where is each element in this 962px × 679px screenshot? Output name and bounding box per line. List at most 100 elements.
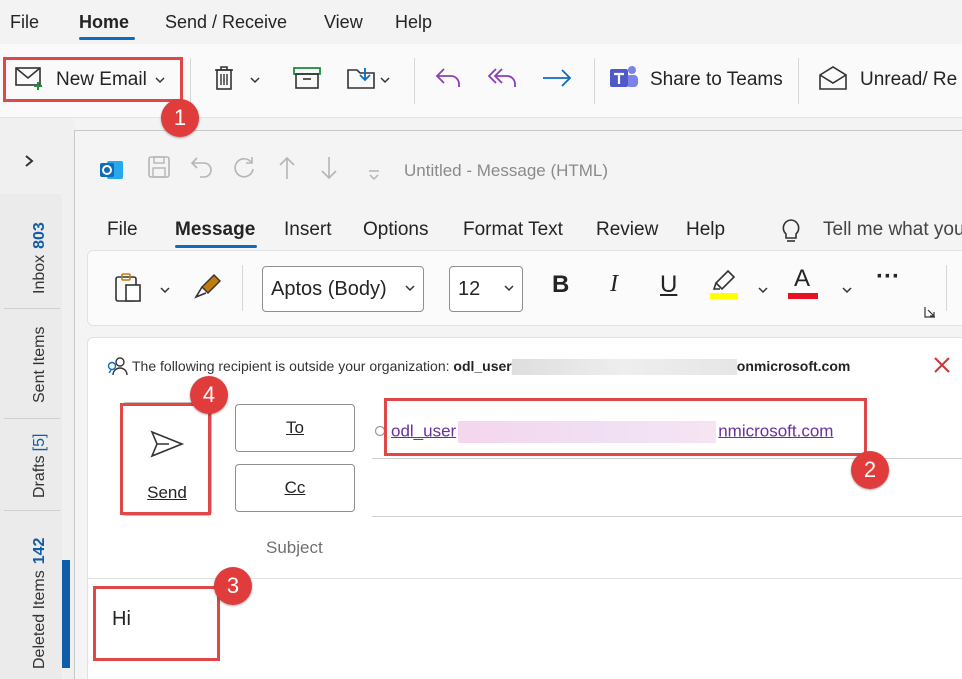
- folder-sent-items[interactable]: Sent Items: [31, 327, 49, 403]
- font-color-chevron-icon[interactable]: [842, 273, 852, 301]
- dialog-launcher-icon[interactable]: [924, 305, 936, 323]
- undo-icon[interactable]: [189, 155, 215, 185]
- paste-button[interactable]: [112, 271, 146, 312]
- to-button[interactable]: To: [235, 404, 355, 452]
- tab-review[interactable]: Review: [596, 219, 658, 241]
- font-size-value: 12: [458, 277, 481, 300]
- unread-read-label: Unread/ Re: [860, 69, 958, 90]
- move-button[interactable]: [346, 60, 390, 100]
- compose-ribbon-tabs: File Message Insert Options Format Text …: [75, 215, 962, 249]
- warning-user: odl_user: [453, 358, 512, 374]
- chevron-down-icon[interactable]: [250, 73, 260, 87]
- move-to-folder-icon: [346, 64, 378, 97]
- folder-inbox[interactable]: Inbox 803: [31, 222, 49, 294]
- previous-item-icon[interactable]: [277, 155, 297, 187]
- tab-file[interactable]: File: [107, 219, 138, 241]
- customize-toolbar-icon[interactable]: [367, 161, 381, 187]
- menu-view[interactable]: View: [324, 12, 363, 33]
- archive-button[interactable]: [292, 60, 322, 100]
- reply-all-button[interactable]: [486, 60, 520, 100]
- format-painter-icon[interactable]: [194, 271, 224, 310]
- archive-icon: [292, 65, 322, 96]
- paste-options-chevron-icon[interactable]: [160, 273, 170, 301]
- step-badge-4: 4: [190, 376, 228, 414]
- bold-button[interactable]: B: [552, 271, 569, 299]
- deleted-items-count: 142: [31, 537, 48, 565]
- formatting-ribbon: Aptos (Body) 12 B I U A ···: [87, 250, 962, 326]
- ribbon-divider: [190, 58, 191, 104]
- folder-deleted-items-label: Deleted Items: [31, 570, 48, 669]
- folder-drafts-label: Drafts: [31, 455, 48, 498]
- font-color-button[interactable]: A: [788, 265, 818, 299]
- unread-read-button[interactable]: Unread/ Re: [818, 60, 957, 100]
- inbox-unread-count: 803: [31, 222, 48, 249]
- delete-button[interactable]: [212, 60, 260, 100]
- menu-home[interactable]: Home: [79, 12, 129, 33]
- redo-icon[interactable]: [231, 155, 257, 187]
- cc-field-underline: [372, 516, 962, 517]
- chevron-down-icon: [504, 283, 514, 295]
- close-icon[interactable]: [932, 354, 952, 382]
- highlight-chevron-icon[interactable]: [758, 273, 768, 301]
- envelope-open-icon: [818, 64, 848, 97]
- italic-button[interactable]: I: [610, 271, 618, 298]
- folder-sent-items-label: Sent Items: [31, 326, 48, 403]
- tab-message[interactable]: Message: [175, 219, 255, 241]
- font-name-value: Aptos (Body): [271, 277, 387, 300]
- more-options-button[interactable]: ···: [876, 263, 900, 291]
- folder-divider: [4, 418, 60, 419]
- outlook-window: File Home Send / Receive View Help New E…: [0, 0, 962, 679]
- chevron-down-icon[interactable]: [380, 73, 390, 87]
- lightbulb-icon: [780, 217, 802, 250]
- tab-insert[interactable]: Insert: [284, 219, 332, 241]
- teams-icon: [608, 63, 640, 98]
- reply-all-icon: [486, 65, 520, 96]
- menu-help[interactable]: Help: [395, 12, 432, 33]
- underline-button[interactable]: U: [660, 271, 677, 299]
- subject-label[interactable]: Subject: [266, 538, 323, 558]
- ribbon-divider: [798, 58, 799, 104]
- active-tab-indicator: [79, 37, 135, 40]
- tab-help[interactable]: Help: [686, 219, 725, 241]
- trash-icon: [212, 64, 236, 97]
- redacted-address: [511, 359, 737, 376]
- share-to-teams-label: Share to Teams: [650, 69, 783, 90]
- ribbon-divider: [946, 265, 947, 311]
- folder-divider: [4, 510, 60, 511]
- font-color-swatch: [788, 293, 818, 299]
- drafts-count: [5]: [31, 433, 48, 452]
- step-badge-2: 2: [851, 451, 889, 489]
- highlight-recipient: [384, 398, 867, 456]
- menu-send-receive[interactable]: Send / Receive: [165, 12, 287, 33]
- tab-format-text[interactable]: Format Text: [463, 219, 563, 241]
- folder-deleted-items[interactable]: Deleted Items 142: [31, 538, 49, 669]
- font-size-select[interactable]: 12: [449, 266, 523, 312]
- tab-options[interactable]: Options: [363, 219, 428, 241]
- highlight-body: [93, 586, 220, 661]
- ribbon-divider: [242, 265, 243, 311]
- next-item-icon[interactable]: [319, 155, 339, 187]
- folder-divider: [4, 308, 60, 309]
- step-badge-1: 1: [161, 99, 199, 137]
- external-recipient-warning: The following recipient is outside your …: [132, 358, 850, 376]
- reply-button[interactable]: [434, 60, 464, 100]
- font-name-select[interactable]: Aptos (Body): [262, 266, 424, 312]
- expand-pane-icon[interactable]: [24, 154, 34, 173]
- active-folder-indicator: [62, 560, 70, 668]
- ribbon-divider: [414, 58, 415, 104]
- step-badge-3: 3: [214, 567, 252, 605]
- active-tab-indicator: [175, 245, 257, 248]
- forward-arrow-icon: [540, 65, 574, 96]
- save-icon[interactable]: [147, 155, 171, 185]
- compose-window-title: Untitled - Message (HTML): [404, 161, 609, 180]
- forward-button[interactable]: [540, 60, 574, 100]
- tell-me-search[interactable]: Tell me what you: [823, 219, 962, 241]
- share-to-teams-button[interactable]: Share to Teams: [608, 60, 783, 100]
- menu-file[interactable]: File: [10, 12, 39, 33]
- cc-button[interactable]: Cc: [235, 464, 355, 512]
- folder-drafts[interactable]: Drafts [5]: [31, 434, 49, 498]
- reply-icon: [434, 65, 464, 96]
- highlight-button[interactable]: [708, 267, 740, 308]
- warning-message: The following recipient is outside your …: [132, 358, 454, 374]
- chevron-down-icon: [405, 283, 415, 295]
